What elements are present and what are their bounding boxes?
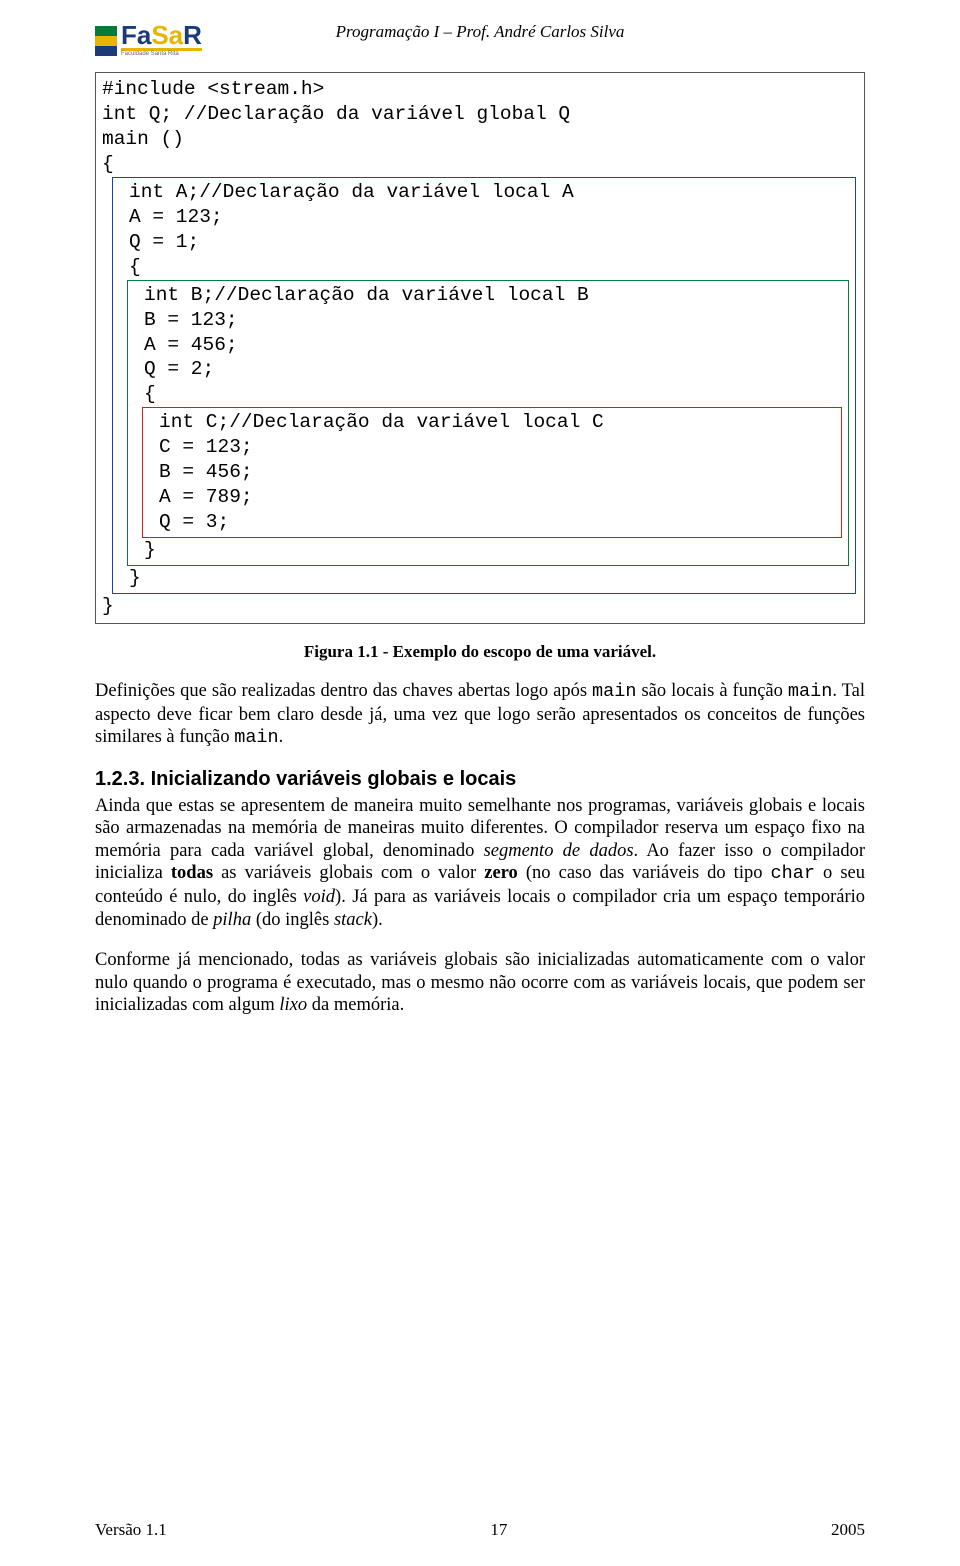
header-title: Programação I – Prof. André Carlos Silva <box>225 22 735 42</box>
code-line: A = 789; <box>147 485 837 510</box>
code-line: int A;//Declaração da variável local A <box>117 180 851 205</box>
text: da memória. <box>307 995 404 1015</box>
code-line: B = 456; <box>147 460 837 485</box>
code-line: A = 456; <box>132 333 844 358</box>
italic-text: lixo <box>279 995 307 1015</box>
bold-text: zero <box>484 863 518 883</box>
logo: FaSaR Faculdade Santa Rita <box>95 20 225 62</box>
italic-text: pilha <box>213 910 251 930</box>
logo-flag-icon <box>95 26 117 56</box>
code-line: main () <box>102 127 858 152</box>
code-line: } <box>132 538 844 563</box>
code-inline: char <box>771 863 815 884</box>
text: ). <box>372 910 383 930</box>
code-line: int Q; //Declaração da variável global Q <box>102 102 858 127</box>
code-line: } <box>117 566 851 591</box>
text: são locais à função <box>636 681 787 701</box>
italic-text: void <box>303 887 335 907</box>
page-footer: Versão 1.1 17 2005 <box>95 1520 865 1540</box>
footer-page-number: 17 <box>490 1520 507 1540</box>
code-line: int C;//Declaração da variável local C <box>147 410 837 435</box>
text: (do inglês <box>251 910 334 930</box>
bold-text: todas <box>171 863 213 883</box>
code-inline: main <box>234 727 278 748</box>
footer-version: Versão 1.1 <box>95 1520 167 1540</box>
code-line: { <box>132 382 844 407</box>
code-line: int B;//Declaração da variável local B <box>132 283 844 308</box>
section-heading: 1.2.3. Inicializando variáveis globais e… <box>95 768 865 791</box>
text: Conforme já mencionado, todas as variáve… <box>95 950 865 1015</box>
page-header: FaSaR Faculdade Santa Rita Programação I… <box>95 20 865 62</box>
footer-year: 2005 <box>831 1520 865 1540</box>
text: (no caso das variáveis do tipo <box>518 863 771 883</box>
code-inline: main <box>592 681 636 702</box>
code-line: C = 123; <box>147 435 837 460</box>
scope-box-red: int C;//Declaração da variável local C C… <box>142 407 842 538</box>
paragraph: Ainda que estas se apresentem de maneira… <box>95 795 865 931</box>
code-line: #include <stream.h> <box>102 77 858 102</box>
italic-text: segmento de dados <box>484 841 634 861</box>
code-line: } <box>102 594 858 619</box>
code-line: { <box>102 152 858 177</box>
paragraph: Conforme já mencionado, todas as variáve… <box>95 949 865 1017</box>
logo-text: FaSaR Faculdade Santa Rita <box>121 25 202 57</box>
text: Definições que são realizadas dentro das… <box>95 681 592 701</box>
code-inline: main <box>788 681 832 702</box>
code-block: #include <stream.h> int Q; //Declaração … <box>95 72 865 624</box>
figure-caption: Figura 1.1 - Exemplo do escopo de uma va… <box>95 642 865 662</box>
text: as variáveis globais com o valor <box>213 863 484 883</box>
scope-box-blue: int A;//Declaração da variável local A A… <box>112 177 856 594</box>
scope-box-green: int B;//Declaração da variável local B B… <box>127 280 849 566</box>
code-line: A = 123; <box>117 205 851 230</box>
paragraph: Definições que são realizadas dentro das… <box>95 680 865 750</box>
code-line: { <box>117 255 851 280</box>
code-line: B = 123; <box>132 308 844 333</box>
code-line: Q = 2; <box>132 357 844 382</box>
text: . <box>279 727 284 747</box>
code-line: Q = 3; <box>147 510 837 535</box>
italic-text: stack <box>334 910 372 930</box>
code-line: Q = 1; <box>117 230 851 255</box>
